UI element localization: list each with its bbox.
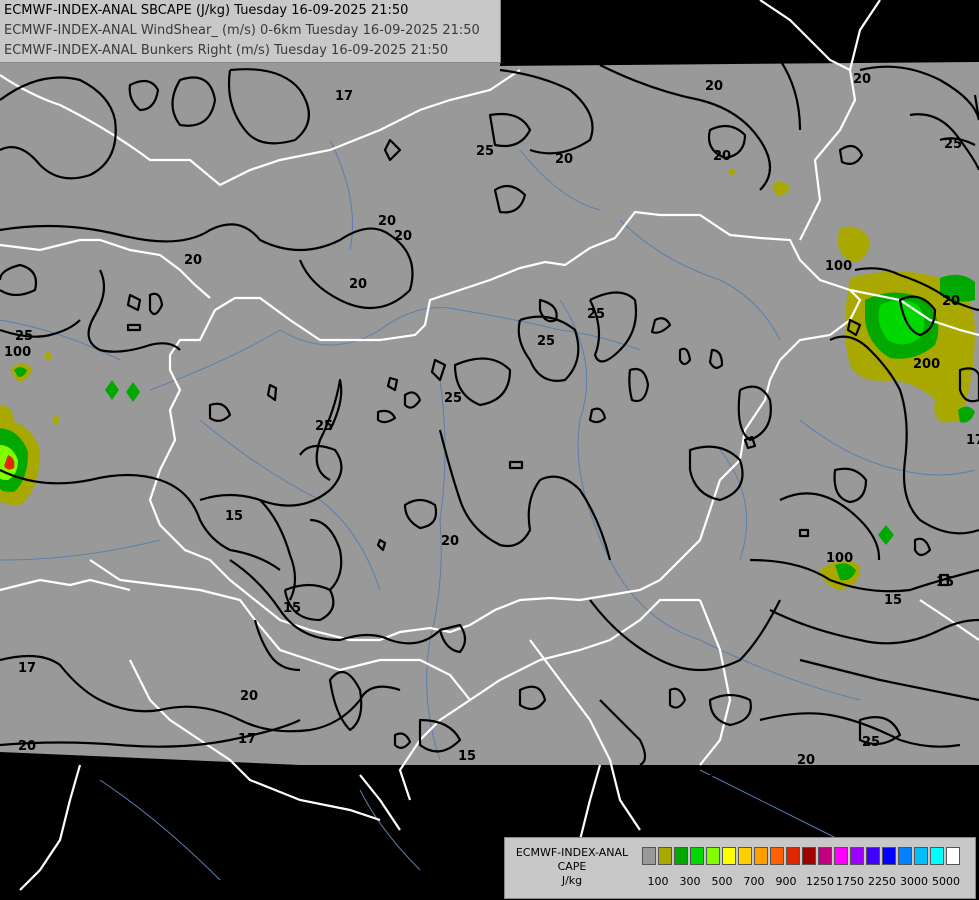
map-data-area	[0, 62, 979, 765]
legend-swatch	[834, 847, 848, 865]
weather-map: 17 20 25 20 20 25 20 20 25 25 25 20 25 2…	[0, 0, 979, 891]
contour-label: 25	[587, 307, 605, 322]
contour-label: 15	[225, 509, 243, 524]
contour-label: 20	[555, 152, 573, 167]
title-line-sbcape: ECMWF-INDEX-ANAL SBCAPE (J/kg) Tuesday 1…	[4, 3, 409, 18]
contour-label: 15	[884, 593, 902, 608]
contour-label: 25	[315, 419, 333, 434]
legend-tick: 1250	[806, 875, 834, 888]
legend-title-line: ECMWF-INDEX-ANAL	[515, 846, 629, 859]
legend-tick: 3000	[900, 875, 928, 888]
contour-label: 15	[936, 575, 954, 590]
title-line-bunkers: ECMWF-INDEX-ANAL Bunkers Right (m/s) Tue…	[4, 43, 449, 58]
legend-tick: 1750	[836, 875, 864, 888]
legend-title: ECMWF-INDEX-ANAL CAPE J/kg	[505, 846, 639, 888]
contour-label: 25	[944, 137, 962, 152]
contour-label: 20	[18, 739, 36, 754]
cape-legend: ECMWF-INDEX-ANAL CAPE J/kg 100 300 500 7…	[504, 837, 976, 899]
contour-label: 15	[458, 749, 476, 764]
legend-swatch	[946, 847, 960, 865]
contour-label: 25	[862, 735, 880, 750]
legend-swatch	[930, 847, 944, 865]
contour-label: 25	[537, 334, 555, 349]
contour-label: 25	[444, 391, 462, 406]
contour-label: 100	[826, 551, 853, 566]
contour-label: 17	[18, 661, 36, 676]
legend-swatch	[674, 847, 688, 865]
legend-tick: 500	[711, 875, 733, 888]
map-title-box: ECMWF-INDEX-ANAL SBCAPE (J/kg) Tuesday 1…	[0, 0, 501, 63]
legend-swatch	[850, 847, 864, 865]
legend-swatch	[658, 847, 672, 865]
legend-tick: 100	[647, 875, 669, 888]
legend-swatch	[898, 847, 912, 865]
legend-swatch	[738, 847, 752, 865]
contour-label: 100	[4, 345, 31, 360]
title-line-windshear: ECMWF-INDEX-ANAL WindShear_ (m/s) 0-6km …	[4, 23, 480, 38]
contour-label: 20	[797, 753, 815, 768]
contour-label: 20	[378, 214, 396, 229]
legend-swatch	[770, 847, 784, 865]
legend-swatch	[818, 847, 832, 865]
legend-tick: 5000	[932, 875, 960, 888]
legend-tick: 2250	[868, 875, 896, 888]
contour-label: 25	[476, 144, 494, 159]
contour-label: 25	[15, 329, 33, 344]
legend-title-line: J/kg	[561, 874, 583, 887]
legend-swatch	[706, 847, 720, 865]
legend-swatch	[690, 847, 704, 865]
contour-label: 17	[238, 732, 256, 747]
legend-title-line: CAPE	[557, 860, 587, 873]
legend-tick: 300	[679, 875, 701, 888]
contour-label: 20	[853, 72, 871, 87]
legend-swatch	[722, 847, 736, 865]
legend-tick: 900	[775, 875, 797, 888]
contour-label: 17	[335, 89, 353, 104]
legend-swatch	[914, 847, 928, 865]
contour-label: 20	[349, 277, 367, 292]
contour-label: 20	[441, 534, 459, 549]
legend-swatch	[866, 847, 880, 865]
contour-label: 20	[705, 79, 723, 94]
contour-label: 100	[825, 259, 852, 274]
contour-label: 20	[184, 253, 202, 268]
legend-swatch	[802, 847, 816, 865]
contour-label: 20	[394, 229, 412, 244]
legend-swatch	[786, 847, 800, 865]
contour-label: 17	[966, 433, 979, 448]
contour-label: 20	[942, 294, 960, 309]
contour-label: 20	[240, 689, 258, 704]
legend-swatch	[754, 847, 768, 865]
contour-label: 20	[713, 149, 731, 164]
legend-swatch	[882, 847, 896, 865]
legend-tick: 700	[743, 875, 765, 888]
contour-label: 200	[913, 357, 940, 372]
legend-swatch	[642, 847, 656, 865]
contour-label: 15	[283, 601, 301, 616]
